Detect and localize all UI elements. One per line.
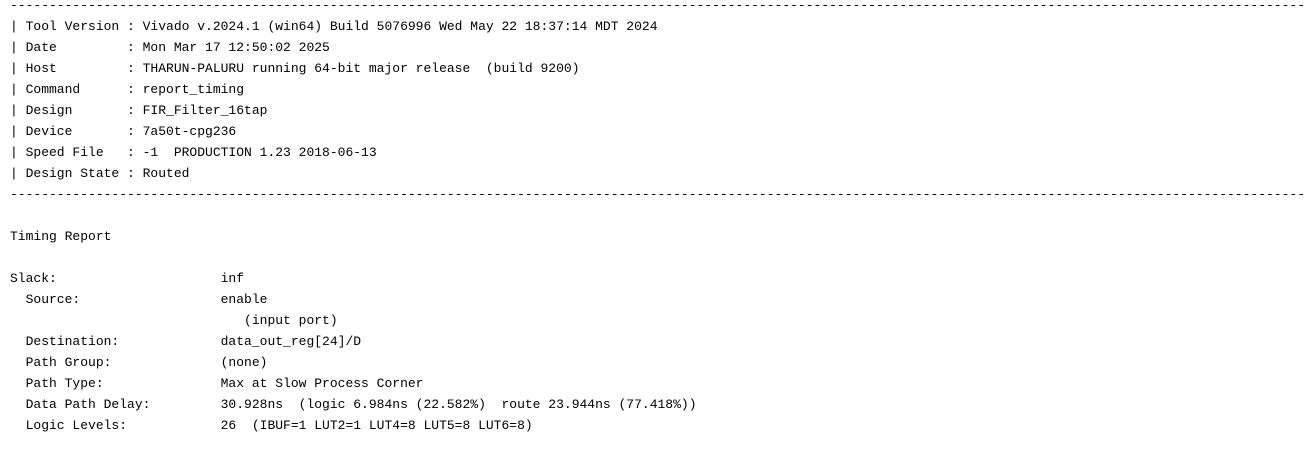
data-path-delay-line: Data Path Delay: 30.928ns (logic 6.984ns…: [10, 397, 697, 412]
path-type-line: Path Type: Max at Slow Process Corner: [10, 376, 424, 391]
destination-line: Destination: data_out_reg[24]/D: [10, 334, 362, 349]
header-separator-top: ----------------------------------------…: [10, 0, 1306, 13]
slack-line: Slack: inf: [10, 271, 245, 286]
header-line-host: | Host : THARUN-PALURU running 64-bit ma…: [10, 61, 580, 76]
header-line-design: | Design : FIR_Filter_16tap: [10, 103, 268, 118]
source-line: Source: enable: [10, 292, 268, 307]
header-line-speed-file: | Speed File : -1 PRODUCTION 1.23 2018-0…: [10, 145, 377, 160]
section-title: Timing Report: [10, 229, 112, 244]
header-line-device: | Device : 7a50t-cpg236: [10, 124, 237, 139]
header-line-command: | Command : report_timing: [10, 82, 245, 97]
header-line-date: | Date : Mon Mar 17 12:50:02 2025: [10, 40, 330, 55]
path-group-line: Path Group: (none): [10, 355, 268, 370]
source-type-line: (input port): [10, 313, 338, 328]
logic-levels-line: Logic Levels: 26 (IBUF=1 LUT2=1 LUT4=8 L…: [10, 418, 533, 433]
header-separator-bottom: ----------------------------------------…: [10, 187, 1306, 202]
header-line-design-state: | Design State : Routed: [10, 166, 190, 181]
header-line-tool-version: | Tool Version : Vivado v.2024.1 (win64)…: [10, 19, 658, 34]
